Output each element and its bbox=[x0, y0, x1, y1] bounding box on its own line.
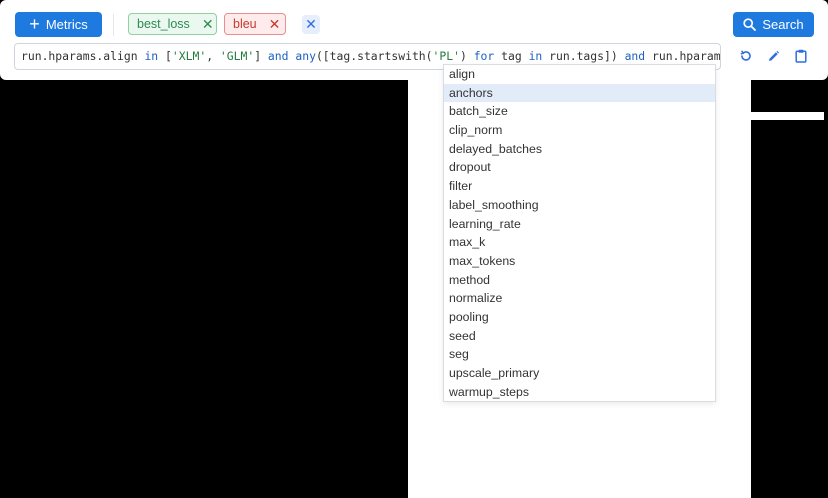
query-token: tag bbox=[494, 49, 529, 63]
autocomplete-option[interactable]: max_tokens bbox=[444, 252, 715, 271]
search-button[interactable]: Search bbox=[733, 12, 814, 37]
query-token: run.hparams. bbox=[652, 49, 721, 63]
autocomplete-option[interactable]: delayed_batches bbox=[444, 140, 715, 159]
metrics-button-label: Metrics bbox=[45, 17, 88, 32]
toolbar-divider bbox=[113, 14, 114, 36]
query-token: ] bbox=[254, 49, 268, 63]
autocomplete-option[interactable]: normalize bbox=[444, 289, 715, 308]
edit-icon[interactable] bbox=[764, 47, 782, 65]
autocomplete-option[interactable]: upscale_primary bbox=[444, 364, 715, 383]
query-token: ([tag.startswith( bbox=[315, 49, 433, 63]
chip-label: bleu bbox=[233, 17, 257, 31]
copy-icon[interactable] bbox=[792, 47, 810, 65]
autocomplete-option[interactable]: learning_rate bbox=[444, 215, 715, 234]
query-token: run.hparams.align bbox=[21, 49, 145, 63]
query-token: and bbox=[624, 49, 646, 63]
plus-icon: + bbox=[29, 13, 40, 34]
query-token: in bbox=[144, 49, 159, 63]
autocomplete-option[interactable]: dropout bbox=[444, 158, 715, 177]
reset-icon[interactable] bbox=[737, 47, 755, 65]
add-metrics-button[interactable]: + Metrics bbox=[15, 12, 102, 37]
autocomplete-option[interactable]: align bbox=[444, 65, 715, 84]
autocomplete-option[interactable]: label_smoothing bbox=[444, 196, 715, 215]
autocomplete-option[interactable]: max_k bbox=[444, 233, 715, 252]
autocomplete-option[interactable]: seg bbox=[444, 345, 715, 364]
query-token: run.tags]) bbox=[542, 49, 625, 63]
query-text: run.hparams.align in ['XLM', 'GLM'] and … bbox=[21, 49, 721, 63]
close-icon[interactable]: ✕ bbox=[269, 17, 281, 31]
autocomplete-option[interactable]: clip_norm bbox=[444, 121, 715, 140]
query-token: 'XLM' bbox=[171, 49, 207, 63]
metric-chip-bleu[interactable]: bleu ✕ bbox=[224, 13, 286, 35]
clear-all-icon[interactable]: ✕ bbox=[302, 15, 320, 34]
query-token: for bbox=[473, 49, 495, 63]
query-token: and bbox=[267, 49, 289, 63]
query-token: , bbox=[206, 49, 220, 63]
search-icon bbox=[743, 18, 757, 31]
background-strip bbox=[716, 112, 824, 120]
search-button-label: Search bbox=[762, 17, 804, 32]
autocomplete-option[interactable]: filter bbox=[444, 177, 715, 196]
autocomplete-option[interactable]: seed bbox=[444, 327, 715, 346]
autocomplete-option[interactable]: method bbox=[444, 271, 715, 290]
query-token: ) bbox=[459, 49, 474, 63]
query-token: 'PL' bbox=[432, 49, 460, 63]
autocomplete-option[interactable]: warmup_steps bbox=[444, 383, 715, 402]
query-token: 'GLM' bbox=[219, 49, 255, 63]
query-token: [ bbox=[158, 49, 172, 63]
autocomplete-option[interactable]: anchors bbox=[444, 83, 715, 103]
query-token: any bbox=[295, 49, 316, 63]
metric-chip-best-loss[interactable]: best_loss ✕ bbox=[128, 13, 217, 35]
query-token: in bbox=[528, 49, 543, 63]
autocomplete-dropdown: align anchors batch_size clip_norm delayed_b… bbox=[443, 64, 716, 402]
close-icon[interactable]: ✕ bbox=[202, 17, 214, 31]
autocomplete-option[interactable]: pooling bbox=[444, 308, 715, 327]
autocomplete-option[interactable]: batch_size bbox=[444, 102, 715, 121]
chip-label: best_loss bbox=[137, 17, 190, 31]
